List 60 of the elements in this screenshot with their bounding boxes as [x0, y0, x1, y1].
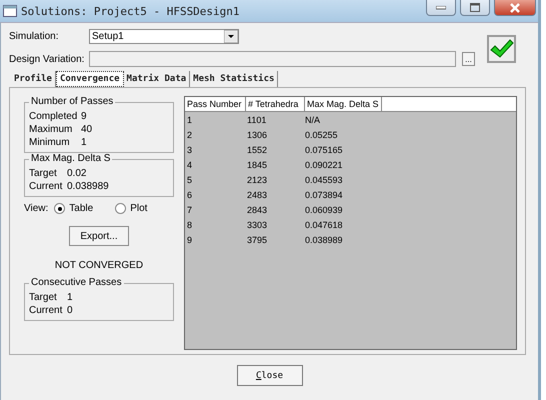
table-cell-text: 6	[186, 190, 194, 200]
table-cell-text: 0.047618	[304, 220, 344, 230]
field-value: 0.02	[67, 168, 86, 179]
field-label: Minimum	[29, 137, 71, 148]
column-header[interactable]: Pass Number	[185, 97, 246, 111]
group-title: Consecutive Passes	[29, 277, 124, 288]
table-cell-text: 7	[186, 204, 194, 214]
window-title: Solutions: Project5 - HFSSDesign1	[21, 4, 240, 18]
table-cell-text: 0.05255	[304, 130, 339, 140]
table-cell-text: 4	[186, 160, 194, 170]
table-cell-text: 2483	[246, 190, 268, 200]
field-value: 40	[81, 124, 92, 135]
table-cell-text: 2843	[246, 204, 268, 214]
close-dialog-button[interactable]: Close	[236, 365, 302, 386]
field-label: Target	[29, 292, 58, 303]
group-title: Number of Passes	[29, 96, 116, 107]
simulation-label: Simulation:	[9, 31, 60, 42]
table-cell-text: 0.045593	[304, 174, 344, 184]
table-cell-text: 1101	[246, 114, 268, 124]
simulation-dropdown[interactable]: Setup1	[89, 29, 239, 44]
design-variation-label: Design Variation:	[9, 54, 86, 64]
column-header[interactable]: # Tetrahedra	[246, 97, 305, 111]
table-cell-text: 2123	[246, 174, 268, 184]
field-label: Target	[29, 168, 58, 179]
table-cell-text: 2	[186, 130, 194, 140]
table-cell-text: 1	[186, 114, 194, 124]
table-cell-text: 1845	[246, 160, 268, 170]
table-cell-text: 1306	[246, 130, 268, 140]
radio-option[interactable]: Table	[54, 203, 94, 214]
table-cell-text: 9	[186, 234, 194, 244]
field-value: 1	[81, 137, 87, 148]
table-cell-text: N/A	[304, 114, 322, 124]
column-header[interactable]: Max Mag. Delta S	[305, 97, 382, 111]
table-cell-text: 0.073894	[304, 190, 344, 200]
table-cell-text: 5	[186, 174, 194, 184]
group-title: Max Mag. Delta S	[29, 153, 112, 164]
table-cell-text: 8	[186, 220, 194, 230]
tab[interactable]: Convergence	[56, 71, 124, 87]
view-label: View:	[24, 203, 48, 214]
table-cell-text: 3795	[246, 234, 268, 244]
field-label: Completed	[29, 111, 78, 122]
field-label: Maximum	[29, 124, 74, 135]
table-cell-text: 0.090221	[304, 160, 344, 170]
table-cell-text: 3	[186, 144, 194, 154]
field-value: 1	[67, 292, 73, 303]
table-cell-text: 1552	[246, 144, 268, 154]
radio-option[interactable]: Plot	[115, 203, 148, 214]
convergence-status: NOT CONVERGED	[54, 260, 144, 271]
browse-button[interactable]: ...	[462, 52, 475, 66]
table-cell-text: 0.075165	[304, 144, 344, 154]
field-value: 9	[81, 111, 87, 122]
table-cell-text: 0.060939	[304, 204, 344, 214]
export-button[interactable]: Export...	[69, 226, 129, 246]
field-label: Current	[29, 181, 64, 192]
table-cell-text: 0.038989	[304, 234, 344, 244]
table-cell-text: 3303	[246, 220, 268, 230]
field-label: Current	[29, 305, 64, 316]
field-value: 0	[67, 305, 73, 316]
field-value: 0.038989	[67, 181, 109, 192]
tab[interactable]: Matrix Data	[124, 71, 190, 87]
